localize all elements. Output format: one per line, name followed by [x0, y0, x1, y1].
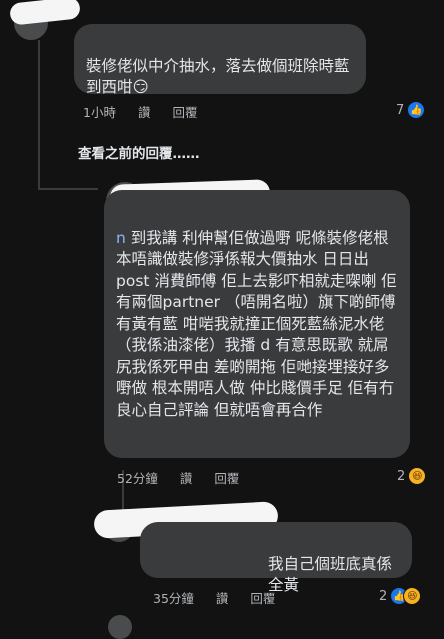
comment-time[interactable]: 1小時	[83, 102, 116, 121]
reaction-summary[interactable]: 2 👍 😆	[379, 587, 422, 605]
thread-line	[38, 188, 98, 190]
reply-button[interactable]: 回覆	[214, 468, 239, 487]
mention-tag[interactable]: n	[116, 229, 126, 247]
redaction-scribble	[9, 0, 81, 26]
reply-button[interactable]: 回覆	[250, 588, 275, 607]
like-button[interactable]: 讚	[138, 102, 151, 121]
like-button[interactable]: 讚	[216, 588, 229, 607]
reaction-summary[interactable]: 7 👍	[396, 101, 426, 119]
comment-meta: 1小時 讚 回覆	[83, 102, 197, 121]
reply-time[interactable]: 52分鐘	[117, 468, 158, 487]
haha-icon: 😆	[408, 467, 427, 485]
reply-meta: 52分鐘 讚 回覆	[117, 468, 239, 487]
reaction-count: 2	[379, 588, 388, 604]
replier-avatar[interactable]	[108, 615, 132, 639]
comment-text: 裝修佬似中介抽水，落去做個班除時藍到西咁	[86, 56, 350, 97]
haha-icon: 😆	[403, 587, 422, 605]
reaction-count: 2	[397, 468, 406, 484]
like-button[interactable]: 讚	[180, 468, 193, 487]
reply-bubble: 我自己個班底真係全黃	[140, 522, 412, 594]
reply-text: 我自己個班底真係全黃	[268, 554, 393, 595]
reply-button[interactable]: 回覆	[172, 102, 197, 121]
like-icon: 👍	[407, 101, 426, 119]
reply-text: 到我講 利伸幫佢做過嘢 呢條裝修佬根本唔識做裝修淨係報大價抽水 日日出 post…	[116, 228, 397, 419]
comment-bubble: 裝修佬似中介抽水，落去做個班除時藍到西咁😏	[74, 24, 366, 97]
reply-time[interactable]: 35分鐘	[153, 588, 194, 607]
reply-bubble: n 到我講 利伸幫佢做過嘢 呢條裝修佬根本唔識做裝修淨係報大價抽水 日日出 po…	[104, 190, 410, 458]
smirk-emoji: 😏	[132, 78, 149, 96]
view-previous-replies[interactable]: 查看之前的回覆……	[78, 142, 200, 162]
reaction-summary[interactable]: 2 😆	[397, 467, 427, 485]
reaction-count: 7	[396, 102, 405, 118]
reply-meta: 35分鐘 讚 回覆	[153, 588, 275, 607]
thread-line	[38, 40, 40, 190]
